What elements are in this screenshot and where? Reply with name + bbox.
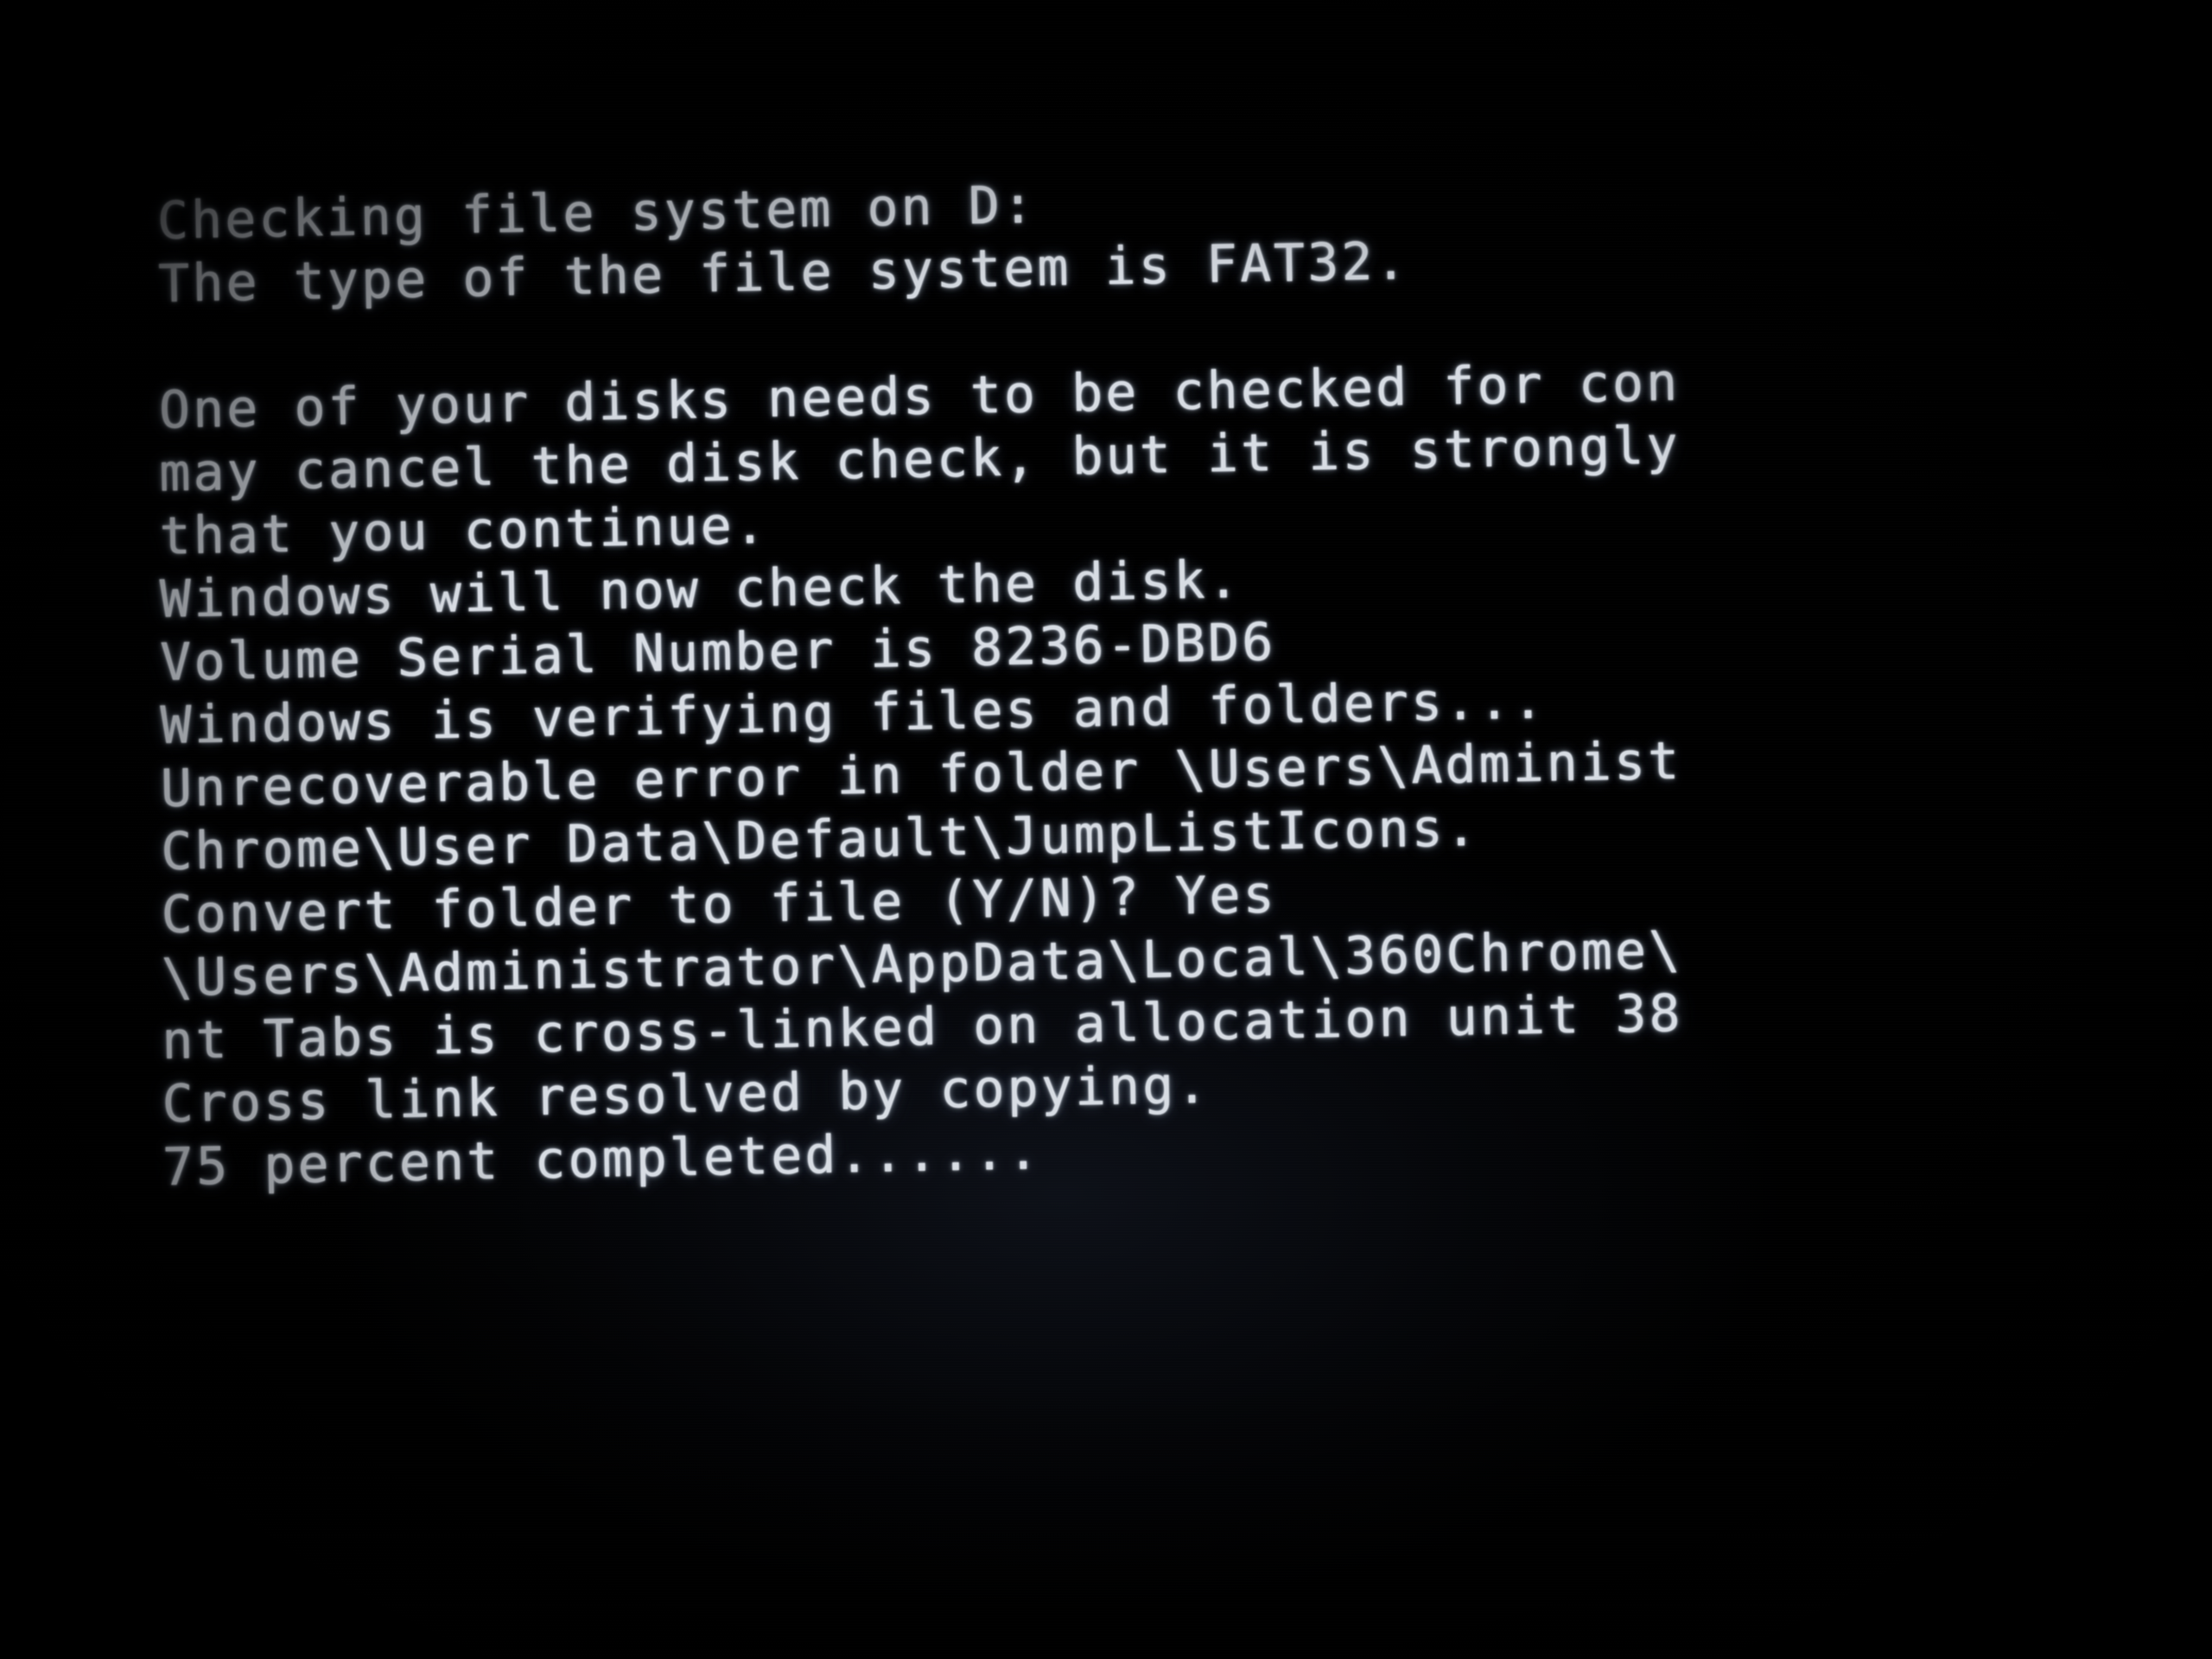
- console-line-checking-file-system: Checking file system on D:: [156, 175, 1037, 251]
- console-line-percent-completed: 75 percent completed......: [162, 1121, 1042, 1198]
- monitor-photo: Checking file system on D: The type of t…: [0, 0, 2212, 1659]
- console-line-that-you-continue: that you continue.: [158, 495, 769, 567]
- console-line-cross-link-resolved: Cross link resolved by copying.: [162, 1054, 1211, 1135]
- chkdsk-console-output: Checking file system on D: The type of t…: [0, 0, 2212, 1659]
